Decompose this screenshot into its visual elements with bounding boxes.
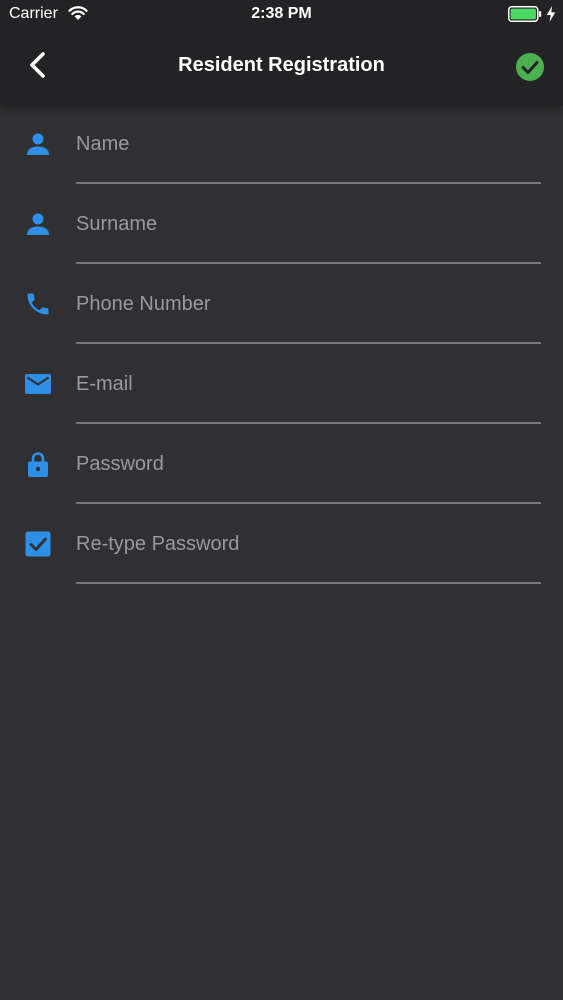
phone-input[interactable] [76,284,541,324]
phone-underline [76,342,541,344]
mail-icon [25,374,51,394]
retype-password-input[interactable] [76,524,541,564]
nav-bar: Resident Registration [0,30,563,100]
password-input[interactable] [76,444,541,484]
person-icon [27,213,49,235]
status-bar: Carrier 2:38 PM [0,0,563,30]
retype-password-underline [76,582,541,584]
name-underline [76,182,541,184]
password-field [0,426,563,506]
person-icon [27,133,49,155]
surname-underline [76,262,541,264]
retype-password-field [0,506,563,586]
password-underline [76,502,541,504]
surname-field [0,186,563,266]
page-title: Resident Registration [178,54,385,76]
registration-form [0,106,563,586]
phone-field [0,266,563,346]
name-field [0,106,563,186]
registration-screen: Carrier 2:38 PM Resident Registration Na… [0,0,563,1000]
status-time: 2:38 PM [251,5,312,22]
phone-icon [27,293,49,315]
charging-bolt-icon [546,6,556,22]
battery-icon [508,6,542,22]
header: Carrier 2:38 PM Resident Registration [0,0,563,106]
name-input[interactable] [76,124,541,164]
check-circle-icon [516,53,544,81]
email-field [0,346,563,426]
email-input[interactable] [76,364,541,404]
surname-input[interactable] [76,204,541,244]
confirm-button[interactable] [515,52,545,82]
email-underline [76,422,541,424]
checkbox-icon [25,531,51,557]
lock-icon [28,452,48,477]
